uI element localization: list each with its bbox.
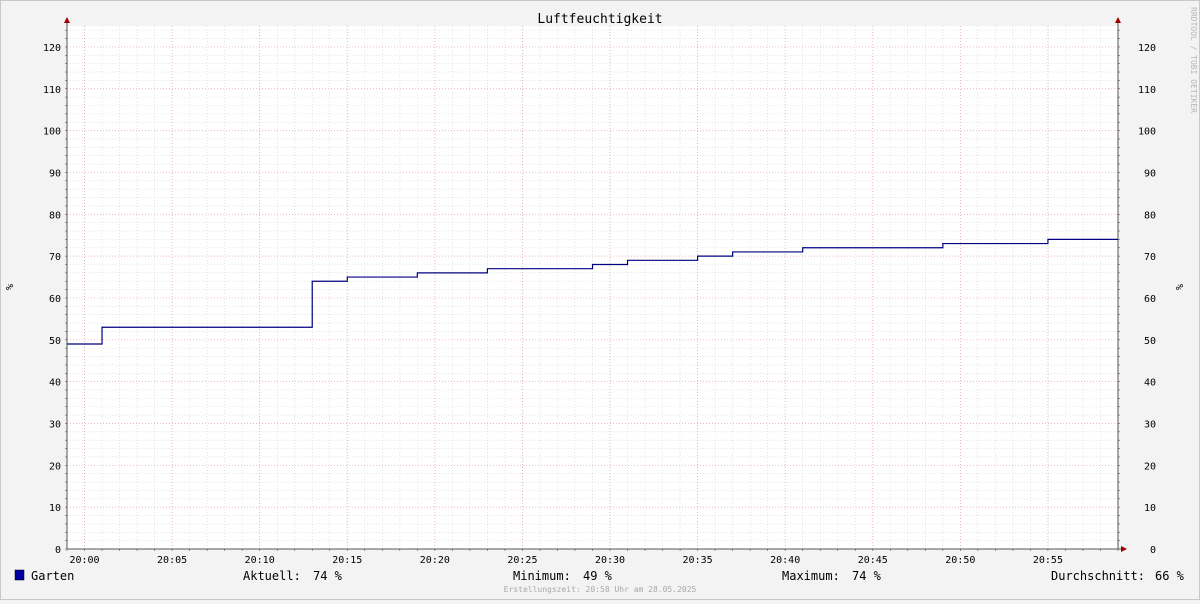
y-tick-label-left: 70 (49, 252, 61, 263)
x-tick-label: 20:00 (69, 555, 99, 566)
y-tick-label-right: 100 (1138, 127, 1156, 138)
y-tick-label-left: 110 (43, 85, 61, 96)
y-tick-label-right: 90 (1144, 168, 1156, 179)
y-axis-arrow-right (1115, 17, 1121, 23)
y-tick-label-left: 40 (49, 378, 61, 389)
y-tick-label-left: 80 (49, 210, 61, 221)
y-tick-label-right: 0 (1150, 545, 1156, 556)
y-tick-label-left: 10 (49, 503, 61, 514)
y-tick-label-right: 110 (1138, 85, 1156, 96)
x-tick-label: 20:15 (332, 555, 362, 566)
y-tick-label-left: 120 (43, 43, 61, 54)
y-tick-label-left: 20 (49, 461, 61, 472)
footer-timestamp: Erstellungszeit: 20:58 Uhr am 28.05.2025 (504, 585, 697, 594)
y-tick-label-right: 70 (1144, 252, 1156, 263)
x-axis-arrow (1121, 546, 1127, 552)
x-tick-label: 20:25 (507, 555, 537, 566)
legend-max-label: Maximum: (782, 569, 840, 583)
x-tick-label: 20:45 (858, 555, 888, 566)
y-tick-label-right: 20 (1144, 461, 1156, 472)
legend-min-label: Minimum: (513, 569, 571, 583)
chart: 20:00 20:05 20:10 20:15 20:20 20:25 20:30 20:35… (0, 0, 1200, 600)
y-tick-label-left: 60 (49, 294, 61, 305)
legend-swatch (14, 569, 25, 581)
y-tick-label-right: 60 (1144, 294, 1156, 305)
y-tick-label-left: 30 (49, 419, 61, 430)
legend-avg-label: Durchschnitt: (1051, 569, 1145, 583)
x-tick-label: 20:40 (770, 555, 800, 566)
legend-avg-value: 66 % (1155, 569, 1185, 583)
x-tick-label: 20:50 (945, 555, 975, 566)
x-tick-label: 20:20 (420, 555, 450, 566)
y-tick-label-left: 0 (55, 545, 61, 556)
legend-current-label: Aktuell: (243, 569, 301, 583)
y-tick-label-right: 50 (1144, 336, 1156, 347)
legend-min-value: 49 % (583, 569, 613, 583)
y-tick-label-right: 10 (1144, 503, 1156, 514)
y-tick-label-right: 120 (1138, 43, 1156, 54)
x-tick-label: 20:30 (595, 555, 625, 566)
x-tick-label: 20:35 (683, 555, 713, 566)
y-axis-label-left: % (5, 284, 16, 290)
legend-series-name: Garten (31, 569, 74, 583)
y-axis-label-right: % (1175, 284, 1186, 290)
legend-current-value: 74 % (313, 569, 343, 583)
y-tick-label-right: 40 (1144, 378, 1156, 389)
y-tick-label-left: 90 (49, 168, 61, 179)
y-axis-arrow-left (64, 17, 70, 23)
chart-title: Luftfeuchtigkeit (537, 12, 662, 27)
legend-max-value: 74 % (852, 569, 882, 583)
x-tick-label: 20:55 (1033, 555, 1063, 566)
y-tick-label-left: 100 (43, 127, 61, 138)
y-tick-label-right: 30 (1144, 419, 1156, 430)
x-tick-label: 20:05 (157, 555, 187, 566)
watermark: RRDTOOL / TOBI OETIKER (1189, 7, 1198, 113)
y-tick-label-right: 80 (1144, 210, 1156, 221)
x-tick-label: 20:10 (245, 555, 275, 566)
y-tick-label-left: 50 (49, 336, 61, 347)
chart-svg: 20:00 20:05 20:10 20:15 20:20 20:25 20:30 20:35… (5, 7, 1198, 594)
